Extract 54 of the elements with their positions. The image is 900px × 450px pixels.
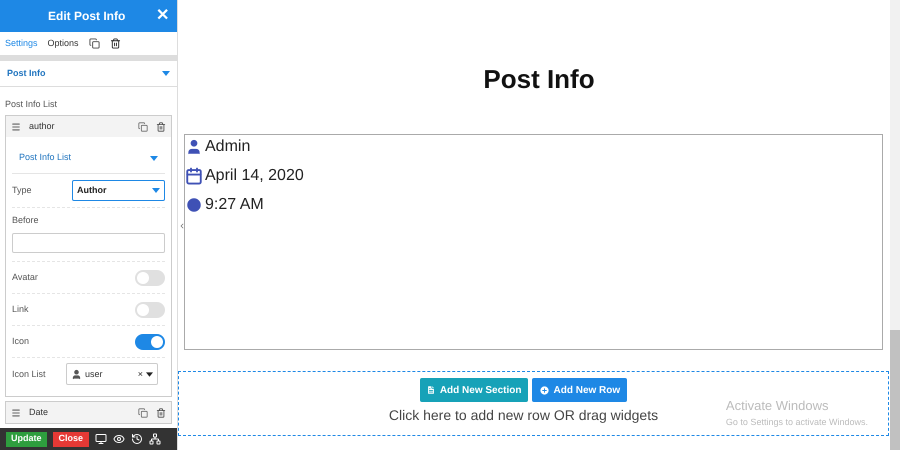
section-header[interactable]: Post Info (0, 61, 177, 87)
drag-handle-icon[interactable] (11, 408, 21, 418)
close-button[interactable]: ✕ (156, 4, 169, 28)
panel-tab[interactable]: Options (48, 36, 79, 50)
close-button[interactable]: Close (52, 432, 90, 447)
page-heading: Post Info (483, 63, 595, 96)
icon-select[interactable]: user × (66, 363, 158, 386)
delete-icon[interactable] (156, 122, 166, 132)
panel-tab[interactable]: Settings (5, 36, 38, 50)
calendar-icon (185, 167, 203, 185)
copy-icon[interactable] (88, 38, 100, 49)
field-label: Before (12, 214, 40, 227)
drop-hint: Click here to add new row OR drag widgets (388, 406, 658, 425)
delete-icon[interactable] (110, 38, 121, 49)
toggle-switch[interactable] (135, 270, 165, 286)
clear-icon[interactable]: × (138, 368, 143, 382)
post-info-text: Admin (205, 137, 250, 157)
structure-icon[interactable] (149, 433, 162, 446)
caret-icon (152, 188, 160, 193)
collapse-icon[interactable] (178, 222, 186, 230)
toggle-switch[interactable] (135, 334, 165, 350)
add-row-button[interactable]: Add New Row (532, 378, 628, 402)
panel-title: Edit Post Info (48, 8, 126, 25)
field-label: Type (12, 184, 33, 197)
field-label: Icon (12, 335, 30, 348)
plus-icon (538, 384, 550, 396)
drag-handle-icon[interactable] (11, 122, 21, 132)
caret-icon (150, 156, 158, 161)
history-icon[interactable] (131, 433, 144, 446)
list-label: Post Info List (4, 98, 58, 111)
drop-zone[interactable]: Add New Section Add New Row Click here to add new row OR drag widgets Activate Windows Go to Settings to activate Windows. (178, 371, 889, 436)
post-info-text: 9:27 AM (205, 195, 264, 215)
copy-icon[interactable] (138, 122, 148, 132)
update-button[interactable]: Update (6, 432, 47, 447)
activation-title: Activate Windows (726, 397, 830, 415)
caret-icon (162, 70, 170, 76)
add-section-button[interactable]: Add New Section (420, 378, 528, 402)
user-icon (71, 368, 82, 380)
preview-icon[interactable] (113, 433, 126, 446)
post-info-text: April 14, 2020 (205, 166, 304, 186)
field-label: Icon List (12, 368, 47, 381)
type-select[interactable]: Author (72, 180, 165, 201)
field-label: Avatar (12, 271, 38, 284)
scrollbar-thumb[interactable] (890, 330, 900, 450)
caret-icon (146, 372, 153, 377)
delete-icon[interactable] (156, 408, 166, 418)
activation-subtitle: Go to Settings to activate Windows. (726, 416, 868, 429)
desktop-icon[interactable] (95, 433, 108, 446)
field-label: Link (12, 303, 29, 316)
before-input-field[interactable] (12, 233, 165, 254)
sub-section-title[interactable]: Post Info List (19, 151, 72, 165)
toggle-switch[interactable] (135, 302, 165, 318)
copy-icon[interactable] (138, 408, 148, 418)
document-icon (426, 385, 436, 395)
